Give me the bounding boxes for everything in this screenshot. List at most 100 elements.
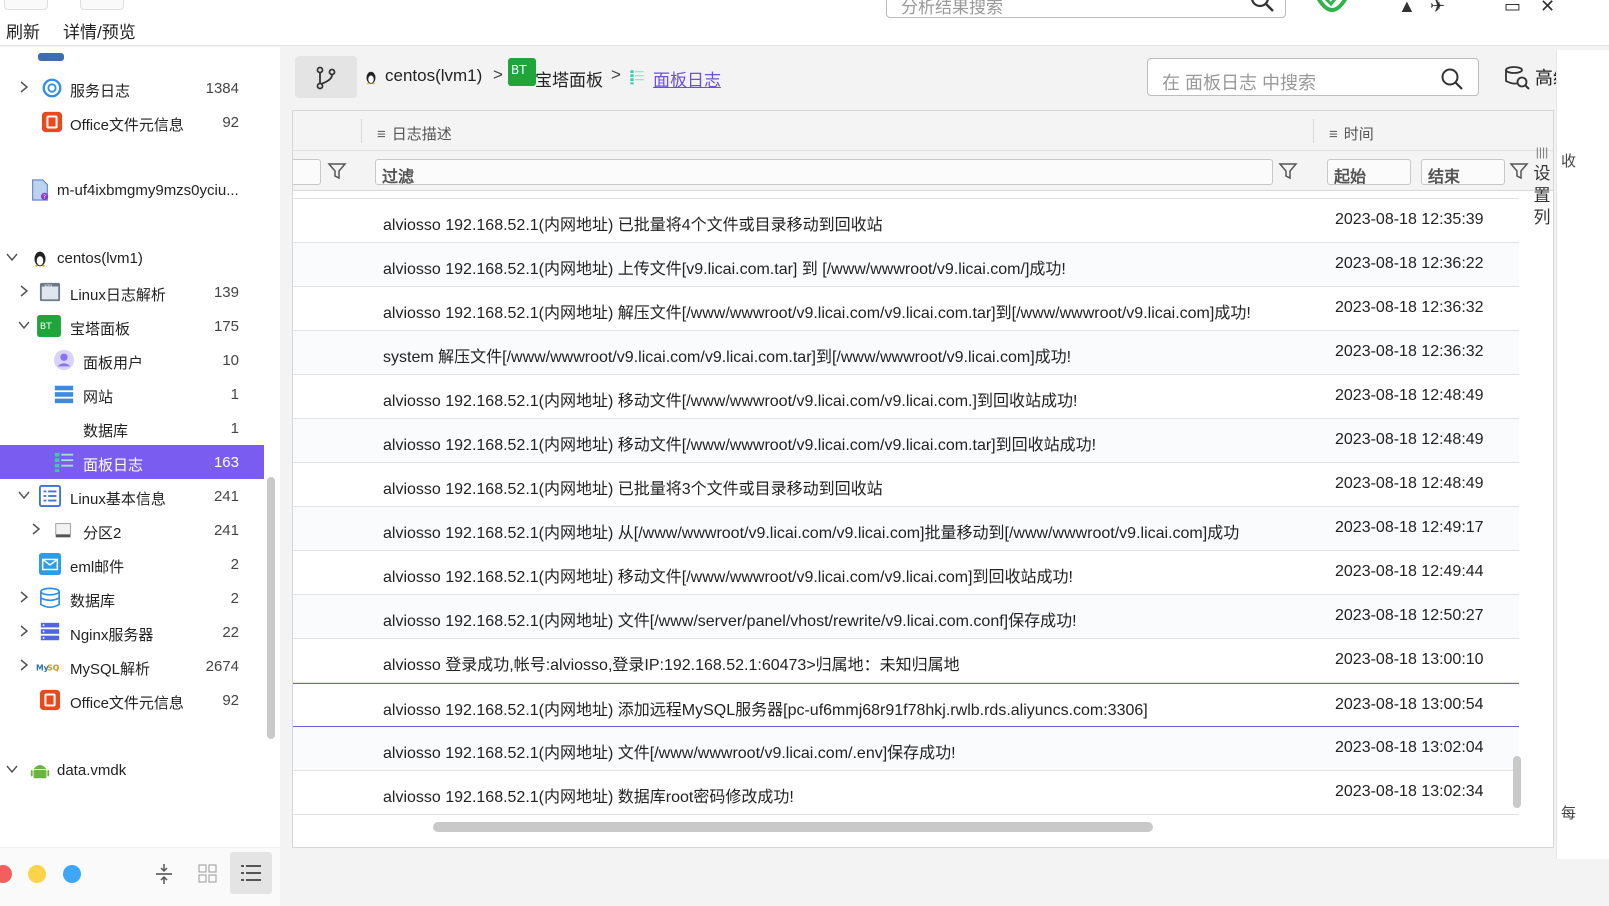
tree-item-mysql[interactable]: MySQL MySQL解析 2674 — [0, 649, 264, 683]
maximize-icon[interactable]: ▭ — [1504, 0, 1521, 17]
close-icon[interactable]: ✕ — [1540, 0, 1555, 17]
tree-item-office-meta[interactable]: Office文件元信息 92 — [0, 105, 264, 139]
filter-input-prev-col[interactable] — [293, 159, 321, 185]
table-horizontal-scrollbar[interactable] — [433, 822, 1153, 832]
analysis-search-placeholder: 分析结果搜索 — [901, 0, 1003, 17]
tree-item-data-vmdk[interactable]: data.vmdk — [0, 753, 264, 787]
breadcrumb-bt-panel[interactable]: 宝塔面板 — [535, 66, 603, 91]
column-menu-icon: ≡ — [377, 126, 386, 143]
table-vertical-scrollbar[interactable] — [1513, 756, 1521, 808]
filter-funnel-icon[interactable] — [327, 161, 347, 181]
chevron-down-icon[interactable] — [17, 488, 31, 502]
chevron-right-icon[interactable] — [17, 624, 31, 638]
tree-item-label: 宝塔面板 — [70, 321, 131, 338]
log-search-input[interactable]: 在 面板日志 中搜索 — [1147, 58, 1479, 96]
table-row[interactable] — [293, 191, 1519, 199]
user-icon[interactable]: ▲ — [1398, 0, 1416, 17]
tree-item-disk-image[interactable]: ? m-uf4ixbmgmy9mzs0yciu... — [0, 173, 264, 207]
chevron-right-icon[interactable] — [29, 522, 43, 536]
table-row-selected[interactable]: alviosso 192.168.52.1(内网地址) 添加远程MySQL服务器… — [293, 683, 1519, 727]
table-row[interactable]: alviosso 192.168.52.1(内网地址) 移动文件[/www/ww… — [293, 375, 1519, 419]
tree-item-count: 1 — [230, 386, 239, 403]
refresh-icon-button[interactable] — [4, 0, 48, 10]
cell-time: 2023-08-18 12:49:17 — [1335, 519, 1484, 536]
chevron-right-icon[interactable] — [17, 658, 31, 672]
tree-item-database[interactable]: 数据库 2 — [0, 581, 264, 615]
table-row[interactable]: alviosso 192.168.52.1(内网地址) 移动文件[/www/ww… — [293, 551, 1519, 595]
tree-item-centos[interactable]: centos(lvm1) — [0, 241, 264, 275]
column-settings-button[interactable]: |||| 设 置 列 — [1531, 141, 1553, 229]
filter-input-end[interactable]: 结束 — [1421, 159, 1505, 186]
column-header-desc[interactable]: ≡ 日志描述 — [377, 123, 452, 144]
cell-time: 2023-08-18 12:49:44 — [1335, 563, 1484, 580]
branch-button[interactable] — [295, 56, 357, 98]
chevron-right-icon[interactable] — [17, 284, 31, 298]
tree-item-linux-basic[interactable]: Linux基本信息 241 — [0, 479, 264, 513]
table-row[interactable]: alviosso 192.168.52.1(内网地址) 已批量将3个文件或目录移… — [293, 463, 1519, 507]
chevron-down-icon[interactable] — [17, 318, 31, 332]
table-row[interactable]: alviosso 192.168.52.1(内网地址) 已批量将4个文件或目录移… — [293, 199, 1519, 243]
table-row[interactable]: alviosso 登录成功,帐号:alviosso,登录IP:192.168.5… — [293, 639, 1519, 683]
bt-panel-icon: BT — [508, 58, 536, 86]
search-icon[interactable] — [1440, 67, 1464, 91]
panel-log-table: ≡ 日志描述 ≡ 时间 过滤 起始 结束 alviosso 192.168.52.1… — [292, 110, 1554, 848]
red-tag-dot[interactable] — [0, 865, 12, 883]
table-row[interactable]: alviosso 192.168.52.1(内网地址) 从[/www/wwwro… — [293, 507, 1519, 551]
table-row[interactable]: alviosso 192.168.52.1(内网地址) 文件[/www/wwwr… — [293, 727, 1519, 771]
tree-item-panel-users[interactable]: 面板用户 10 — [0, 343, 264, 377]
right-panel-label[interactable]: 每 — [1561, 802, 1576, 823]
chevron-down-icon[interactable] — [5, 250, 19, 264]
column-header-time[interactable]: ≡ 时间 — [1329, 123, 1374, 144]
tree-item-database-bt[interactable]: 数据库 1 — [0, 411, 264, 445]
chevron-right-icon[interactable] — [17, 80, 31, 94]
tree-item-eml[interactable]: eml邮件 2 — [0, 547, 264, 581]
tree-item-label: Office文件元信息 — [70, 117, 184, 134]
table-row[interactable]: alviosso 192.168.52.1(内网地址) 数据库root密码修改成… — [293, 771, 1519, 815]
tree-item-panel-log[interactable]: 面板日志 163 — [0, 445, 264, 479]
tree-item-service-log[interactable]: 服务日志 1384 — [0, 71, 264, 105]
log-list-icon — [630, 70, 644, 85]
tree-item-linux-log[interactable]: LOG Linux日志解析 139 — [0, 275, 264, 309]
table-row[interactable]: alviosso 192.168.52.1(内网地址) 文件[/www/serv… — [293, 595, 1519, 639]
refresh-button[interactable]: 刷新 — [6, 18, 40, 43]
blue-tag-dot[interactable] — [63, 865, 81, 883]
collapse-icon[interactable] — [154, 862, 174, 886]
column-divider[interactable] — [1313, 119, 1314, 143]
table-row[interactable]: alviosso 192.168.52.1(内网地址) 解压文件[/www/ww… — [293, 287, 1519, 331]
list-view-button[interactable] — [230, 852, 272, 894]
security-shield-icon[interactable] — [1310, 0, 1354, 20]
cell-desc: alviosso 192.168.52.1(内网地址) 从[/www/wwwro… — [383, 525, 1240, 542]
tree-item-nginx[interactable]: Nginx服务器 22 — [0, 615, 264, 649]
details-preview-button[interactable]: 详情/预览 — [63, 18, 136, 43]
advanced-search-icon[interactable] — [1504, 64, 1530, 90]
chevron-right-icon[interactable] — [17, 590, 31, 604]
chevron-down-icon[interactable] — [5, 762, 19, 776]
column-settings-char: 置 — [1533, 186, 1551, 205]
breadcrumb-centos[interactable]: centos(lvm1) — [385, 66, 482, 86]
filter-input-start[interactable]: 起始 — [1327, 159, 1411, 186]
details-icon-button[interactable] — [80, 0, 124, 10]
yellow-tag-dot[interactable] — [28, 865, 46, 883]
filter-funnel-icon[interactable] — [1278, 161, 1298, 181]
table-row[interactable]: system 解压文件[/www/wwwroot/v9.licai.com/v9… — [293, 331, 1519, 375]
right-panel-label[interactable]: 收 — [1561, 150, 1576, 171]
cell-desc: alviosso 192.168.52.1(内网地址) 解压文件[/www/ww… — [383, 305, 1251, 322]
tree-item-label: 网站 — [83, 389, 114, 406]
column-divider[interactable] — [361, 119, 362, 143]
cell-desc: alviosso 192.168.52.1(内网地址) 添加远程MySQL服务器… — [383, 702, 1148, 719]
table-row[interactable]: alviosso 192.168.52.1(内网地址) 上传文件[v9.lica… — [293, 243, 1519, 287]
pin-icon[interactable]: ✈ — [1430, 0, 1445, 17]
tree-item-office-meta-2[interactable]: Office文件元信息 92 — [0, 683, 264, 717]
table-row[interactable]: alviosso 192.168.52.1(内网地址) 移动文件[/www/ww… — [293, 419, 1519, 463]
filter-input-desc[interactable]: 过滤 — [375, 159, 1273, 186]
sidebar-scrollbar[interactable] — [267, 477, 275, 739]
grid-view-icon[interactable] — [198, 864, 218, 884]
tree-item-bt-panel[interactable]: BT 宝塔面板 175 — [0, 309, 264, 343]
tree-item-partition2[interactable]: 分区2 241 — [0, 513, 264, 547]
tree-item-website[interactable]: 网站 1 — [0, 377, 264, 411]
analysis-search-input[interactable]: 分析结果搜索 — [886, 0, 1286, 18]
breadcrumb-panel-log[interactable]: 面板日志 — [653, 66, 721, 91]
breadcrumb: centos(lvm1) > BT 宝塔面板 > 面板日志 在 面板日志 中搜索… — [292, 50, 1582, 104]
filter-funnel-icon[interactable] — [1509, 161, 1529, 181]
cell-time: 2023-08-18 12:48:49 — [1335, 431, 1484, 448]
